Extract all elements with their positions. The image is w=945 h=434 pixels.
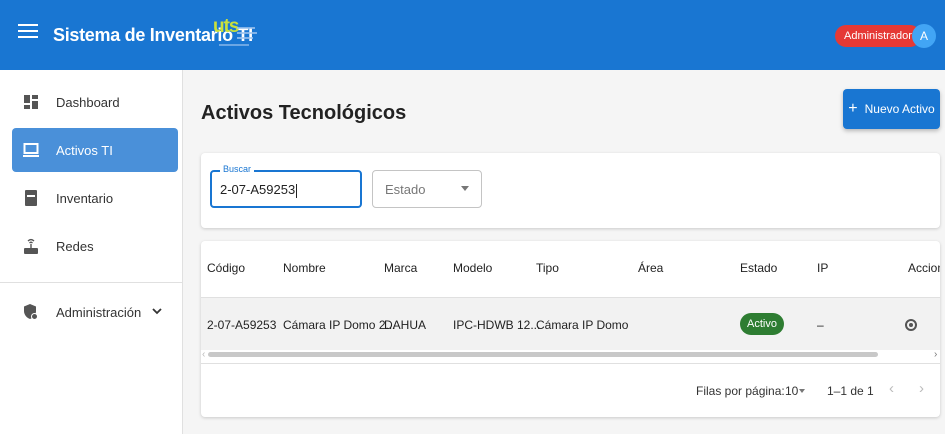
- cell-tipo: Cámara IP Domo: [536, 318, 629, 332]
- sidebar-divider: [0, 282, 183, 283]
- filter-card: Buscar 2-07-A59253 Estado: [201, 153, 940, 228]
- column-header[interactable]: Modelo: [453, 261, 492, 275]
- rows-per-page-label: Filas por página:: [696, 384, 785, 398]
- status-select[interactable]: Estado: [372, 170, 482, 208]
- dropdown-arrow-icon: [461, 186, 469, 191]
- search-label: Buscar: [220, 164, 255, 174]
- assets-table: Código Nombre Marca Modelo Tipo Área Est…: [201, 241, 940, 417]
- column-header[interactable]: Tipo: [536, 261, 559, 275]
- plus-icon: +: [848, 100, 858, 117]
- column-header[interactable]: Área: [638, 261, 663, 275]
- sidebar-item-label: Inventario: [56, 190, 114, 206]
- sidebar-item-label: Administración: [56, 304, 142, 320]
- app-bar: Sistema de Inventario TI uts Administrad…: [0, 0, 945, 70]
- chevron-down-icon[interactable]: [799, 389, 805, 393]
- cell-modelo: IPC-HDWB 12...: [453, 318, 541, 332]
- search-value: 2-07-A59253: [220, 182, 298, 198]
- cell-codigo: 2-07-A59253: [207, 318, 277, 332]
- sidebar-item-redes[interactable]: Redes: [12, 224, 178, 268]
- sidebar-item-administracion[interactable]: Administración: [12, 290, 178, 334]
- status-badge: Activo: [740, 313, 784, 335]
- column-header[interactable]: Marca: [384, 261, 417, 275]
- new-asset-button[interactable]: + Nuevo Activo: [843, 89, 940, 129]
- column-header[interactable]: Estado: [740, 261, 777, 275]
- computer-icon: [22, 141, 40, 159]
- sidebar: Dashboard Activos TI Inventario Redes Ad…: [0, 70, 183, 434]
- footer-divider: [201, 363, 940, 364]
- avatar[interactable]: A: [912, 24, 936, 48]
- chevron-down-icon[interactable]: [152, 304, 162, 318]
- menu-icon[interactable]: [18, 24, 38, 44]
- page-title: Activos Tecnológicos: [201, 102, 407, 124]
- prev-page-button[interactable]: ‹: [889, 380, 894, 397]
- new-asset-label: Nuevo Activo: [864, 102, 935, 116]
- sidebar-item-label: Dashboard: [56, 94, 120, 110]
- status-placeholder: Estado: [385, 182, 426, 197]
- search-input[interactable]: Buscar 2-07-A59253: [210, 164, 362, 208]
- dashboard-icon: [22, 93, 40, 111]
- horizontal-scrollbar[interactable]: [208, 352, 878, 357]
- pagination-range: 1–1 de 1: [827, 384, 874, 398]
- sidebar-item-dashboard[interactable]: Dashboard: [12, 80, 178, 124]
- admin-icon: [22, 303, 40, 321]
- column-header[interactable]: Nombre: [283, 261, 326, 275]
- column-header[interactable]: Código: [207, 261, 245, 275]
- role-badge: Administrador: [835, 25, 921, 47]
- sidebar-item-label: Activos TI: [56, 142, 113, 158]
- cell-ip: –: [817, 318, 824, 332]
- scroll-right-icon[interactable]: ›: [934, 349, 937, 360]
- scroll-left-icon[interactable]: ‹: [202, 349, 205, 360]
- next-page-button[interactable]: ›: [919, 380, 924, 397]
- cell-marca: DAHUA: [384, 318, 427, 332]
- uts-logo: uts: [213, 16, 259, 50]
- logo-text: uts: [213, 16, 239, 37]
- router-icon: [22, 237, 40, 255]
- inventory-icon: [22, 189, 40, 207]
- column-header[interactable]: IP: [817, 261, 828, 275]
- column-header[interactable]: Acciones: [908, 261, 940, 275]
- view-icon[interactable]: [905, 319, 917, 331]
- cell-nombre: Cámara IP Domo 2...: [283, 318, 396, 332]
- sidebar-item-inventario[interactable]: Inventario: [12, 176, 178, 220]
- sidebar-item-activos-ti[interactable]: Activos TI: [12, 128, 178, 172]
- sidebar-item-label: Redes: [56, 238, 94, 254]
- rows-per-page-select[interactable]: 10: [785, 384, 798, 398]
